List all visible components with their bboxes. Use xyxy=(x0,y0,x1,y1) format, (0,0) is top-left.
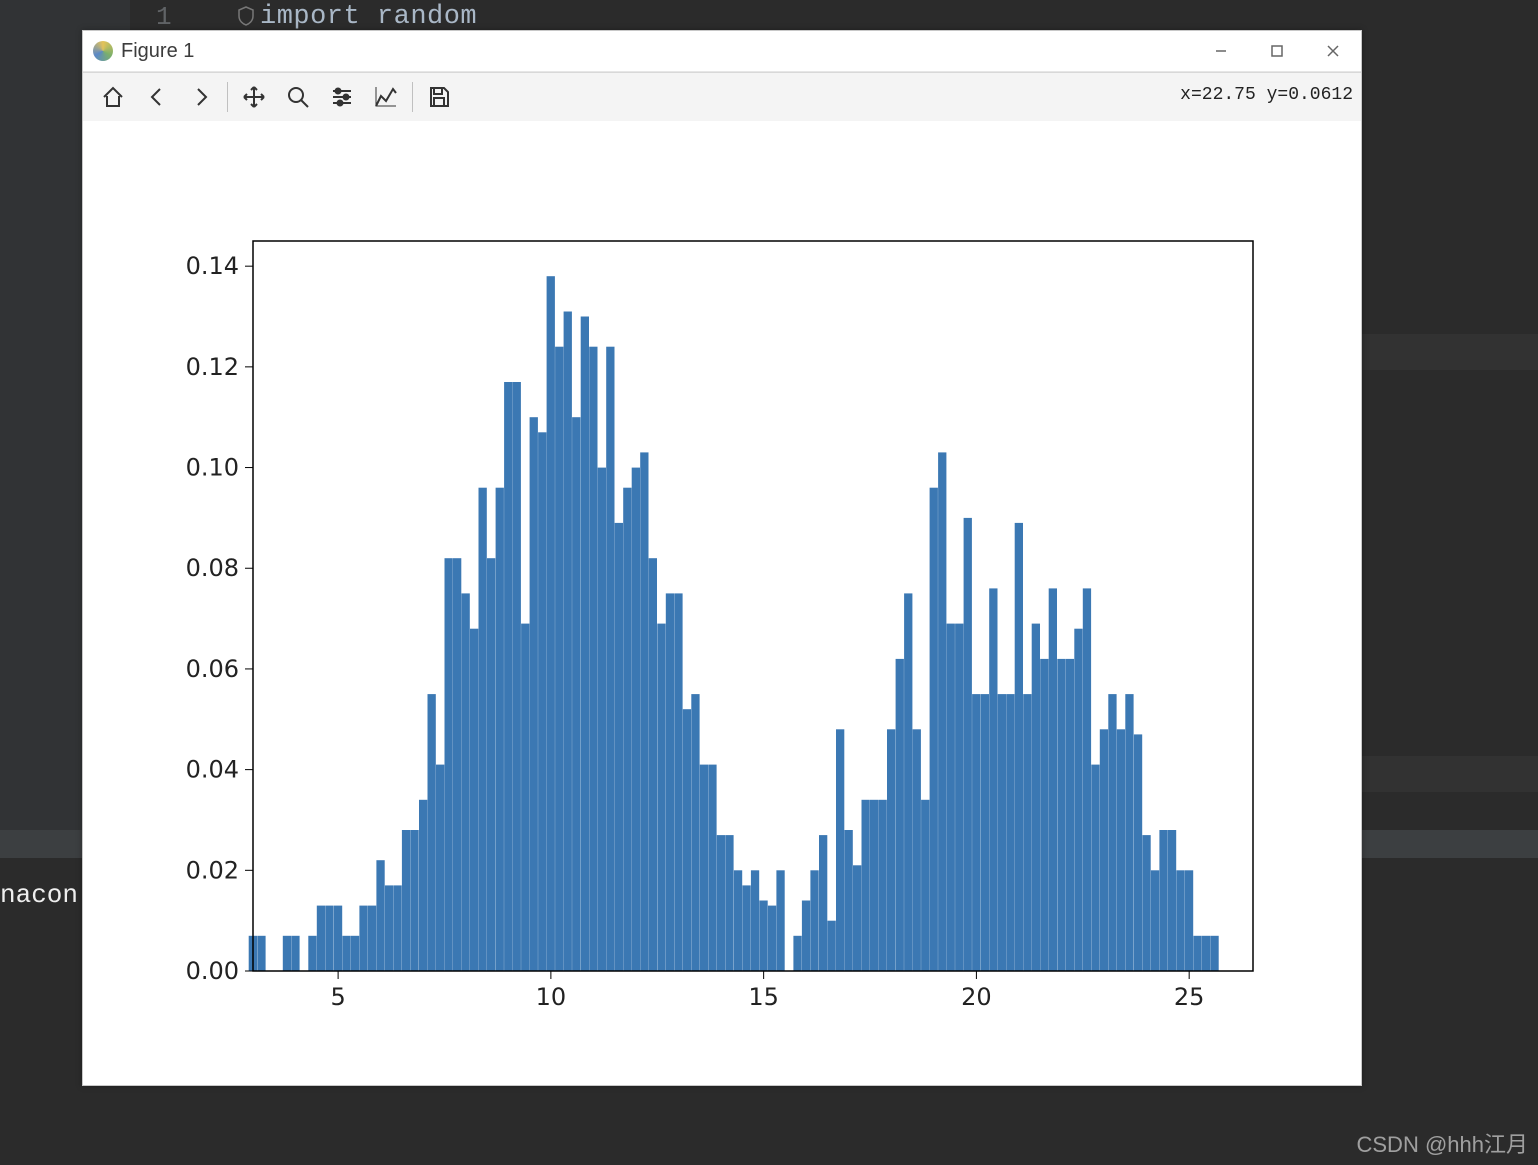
window-title: Figure 1 xyxy=(121,40,194,63)
svg-text:0.14: 0.14 xyxy=(186,252,239,280)
minimize-button[interactable] xyxy=(1193,31,1249,71)
coordinate-readout: x=22.75 y=0.0612 xyxy=(1180,85,1353,105)
terminal-text: nacon xyxy=(0,880,78,910)
toolbar-separator xyxy=(227,82,228,112)
line-number: 1 xyxy=(156,2,172,32)
svg-text:0.10: 0.10 xyxy=(186,454,239,482)
svg-text:15: 15 xyxy=(748,983,779,1011)
home-button[interactable] xyxy=(91,77,135,117)
back-button[interactable] xyxy=(135,77,179,117)
configure-subplots-button[interactable] xyxy=(320,77,364,117)
matplotlib-toolbar: x=22.75 y=0.0612 xyxy=(83,72,1361,122)
forward-button[interactable] xyxy=(179,77,223,117)
figure-window: Figure 1 x=22.75 y=0.0612 0.000.020.040.… xyxy=(82,30,1362,1086)
svg-text:25: 25 xyxy=(1174,983,1205,1011)
svg-text:0.02: 0.02 xyxy=(186,856,239,884)
maximize-button[interactable] xyxy=(1249,31,1305,71)
save-button[interactable] xyxy=(417,77,461,117)
svg-text:10: 10 xyxy=(536,983,567,1011)
plot-canvas[interactable]: 0.00 0.02 0.04 0.06 0.08 0.10 0.12 0.14 5 10 15 20 2… xyxy=(83,121,1361,1085)
svg-text:0.04: 0.04 xyxy=(186,756,239,784)
toolbar-separator xyxy=(412,82,413,112)
svg-text:0.08: 0.08 xyxy=(186,554,239,582)
zoom-button[interactable] xyxy=(276,77,320,117)
code-line: import random xyxy=(260,2,477,32)
pan-button[interactable] xyxy=(232,77,276,117)
window-titlebar[interactable]: Figure 1 xyxy=(83,31,1361,72)
close-button[interactable] xyxy=(1305,31,1361,71)
histogram-chart: 0.00 0.02 0.04 0.06 0.08 0.10 0.12 0.14 5 10 15 20 2… xyxy=(83,121,1361,1085)
edit-axis-button[interactable] xyxy=(364,77,408,117)
svg-text:20: 20 xyxy=(961,983,992,1011)
svg-text:0.12: 0.12 xyxy=(186,353,239,381)
svg-text:0.00: 0.00 xyxy=(186,957,239,985)
matplotlib-icon xyxy=(93,41,113,61)
shield-icon xyxy=(236,6,256,26)
svg-text:5: 5 xyxy=(330,983,345,1011)
watermark-text: CSDN @hhh江月 xyxy=(1357,1127,1529,1159)
svg-text:0.06: 0.06 xyxy=(186,655,239,683)
